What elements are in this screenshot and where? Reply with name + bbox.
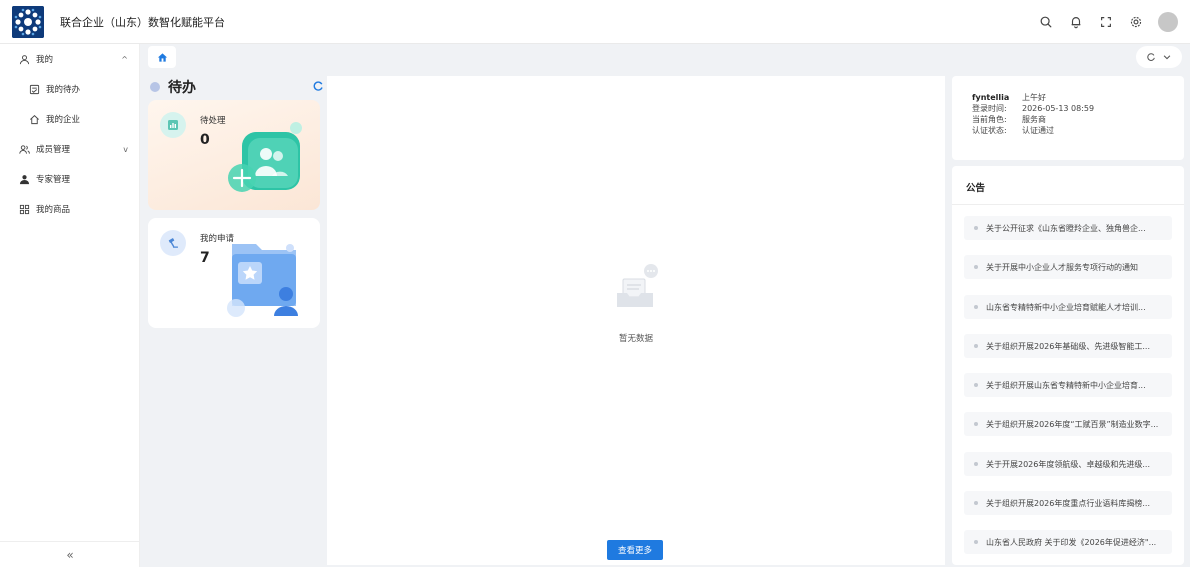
bullet-icon <box>974 344 978 348</box>
bullet-icon <box>974 265 978 269</box>
notice-item[interactable]: 山东省专精特新中小企业培育赋能人才培训... <box>964 295 1172 319</box>
empty-state-text: 暂无数据 <box>618 334 653 344</box>
grid-icon <box>18 203 30 215</box>
notice-item-text: 关于组织开展山东省专精特新中小企业培育... <box>986 380 1146 390</box>
card-count: 7 <box>200 250 210 266</box>
sidebar-collapse-button[interactable]: « <box>0 541 140 567</box>
platform-logo[interactable] <box>12 5 44 38</box>
notice-item-text: 关于组织开展2026年度“工赋百景”制造业数字... <box>986 419 1159 429</box>
home-icon <box>28 113 40 125</box>
user-info-card: fyntellia 上午好 登录时间: 2026-05-13 08:59 当前角… <box>952 76 1184 160</box>
sidebar-item-my-enterprise[interactable]: 我的企业 <box>0 104 140 134</box>
expert-icon <box>18 173 30 185</box>
search-icon[interactable] <box>1038 14 1054 30</box>
view-more-button[interactable]: 查看更多 <box>607 540 663 560</box>
user-icon <box>18 53 30 65</box>
home-icon <box>157 52 167 62</box>
chevron-down-icon: v <box>123 144 128 154</box>
notice-title: 公告 <box>966 183 986 194</box>
bullet-icon <box>974 226 978 230</box>
members-icon <box>18 143 30 155</box>
gear-icon[interactable] <box>1128 14 1144 30</box>
sidebar-item-goods[interactable]: 我的商品 <box>0 194 140 224</box>
header-actions <box>1038 0 1178 44</box>
fullscreen-icon[interactable] <box>1098 14 1114 30</box>
main-content-panel: 暂无数据 查看更多 <box>327 76 945 565</box>
notice-item[interactable]: 关于组织开展山东省专精特新中小企业培育... <box>964 373 1172 397</box>
sidebar-item-label: 我的企业 <box>46 115 81 125</box>
todo-icon <box>28 83 40 95</box>
auth-label: 认证状态: <box>972 126 1007 135</box>
sidebar-item-label: 我的待办 <box>46 85 81 95</box>
empty-inbox-icon <box>609 261 661 313</box>
sidebar-item-members[interactable]: 成员管理 v <box>0 134 140 164</box>
chevron-down-icon[interactable] <box>1162 52 1172 62</box>
notice-item[interactable]: 关于组织开展2026年度重点行业语料库揭榜... <box>964 491 1172 515</box>
divider <box>952 204 1184 205</box>
hammer-icon <box>160 230 186 256</box>
bullet-icon <box>974 422 978 426</box>
notice-item[interactable]: 关于组织开展2026年度“工赋百景”制造业数字... <box>964 412 1172 436</box>
notice-item[interactable]: 山东省人民政府 关于印发《2026年促进经济"... <box>964 530 1172 554</box>
sidebar-item-label: 成员管理 <box>36 145 71 155</box>
role-label: 当前角色: <box>972 115 1007 124</box>
sidebar-item-label: 我的商品 <box>36 205 71 215</box>
app-title: 联合企业（山东）数智化赋能平台 <box>60 15 225 29</box>
notice-item-text: 关于开展2026年度领航级、卓越级和先进级... <box>986 459 1150 469</box>
todo-card-applications[interactable]: 我的申请 7 <box>148 218 320 328</box>
notice-item[interactable]: 关于组织开展2026年基础级、先进级智能工... <box>964 334 1172 358</box>
tab-home[interactable] <box>148 46 176 68</box>
role-value: 服务商 <box>1022 115 1046 124</box>
bullet-icon <box>974 540 978 544</box>
notice-item[interactable]: 关于开展2026年度领航级、卓越级和先进级... <box>964 452 1172 476</box>
bullet-icon <box>974 383 978 387</box>
top-header: 联合企业（山东）数智化赋能平台 <box>0 0 1190 44</box>
login-time-label: 登录时间: <box>972 104 1007 113</box>
notice-item-text: 关于公开征求《山东省瞪羚企业、独角兽企... <box>986 223 1146 233</box>
todo-title: 待办 <box>168 80 196 96</box>
todo-dot-icon <box>150 82 160 92</box>
sidebar-item-mine[interactable]: 我的 ^ <box>0 44 140 74</box>
greeting: 上午好 <box>1022 93 1046 102</box>
refresh-icon[interactable] <box>1146 52 1156 62</box>
bell-icon[interactable] <box>1068 14 1084 30</box>
card-count: 0 <box>200 132 210 148</box>
notice-item[interactable]: 关于公开征求《山东省瞪羚企业、独角兽企... <box>964 216 1172 240</box>
sidebar-item-label: 专家管理 <box>36 175 71 185</box>
bullet-icon <box>974 462 978 466</box>
refresh-icon[interactable] <box>312 80 324 92</box>
sidebar-item-label: 我的 <box>36 55 54 65</box>
tab-actions[interactable] <box>1136 46 1182 68</box>
login-time: 2026-05-13 08:59 <box>1022 104 1095 113</box>
todo-header: 待办 <box>148 76 324 98</box>
sidebar-item-experts[interactable]: 专家管理 <box>0 164 140 194</box>
notice-item-text: 关于组织开展2026年基础级、先进级智能工... <box>986 341 1150 351</box>
todo-card-pending[interactable]: 待处理 0 <box>148 100 320 210</box>
chart-icon <box>160 112 186 138</box>
bullet-icon <box>974 501 978 505</box>
auth-value: 认证通过 <box>1022 126 1054 135</box>
notice-item-text: 山东省专精特新中小企业培育赋能人才培训... <box>986 302 1146 312</box>
sidebar: 我的 ^ 我的待办 我的企业 成员管理 v 专家管理 我的商品 « <box>0 44 140 567</box>
notice-item-text: 关于组织开展2026年度重点行业语料库揭榜... <box>986 498 1150 508</box>
notice-item-text: 山东省人民政府 关于印发《2026年促进经济"... <box>986 537 1157 547</box>
notice-panel: 公告 关于公开征求《山东省瞪羚企业、独角兽企... 关于开展中小企业人才服务专项… <box>952 166 1184 565</box>
chevron-up-icon: ^ <box>121 54 128 64</box>
notice-item[interactable]: 关于开展中小企业人才服务专项行动的通知 <box>964 255 1172 279</box>
user-name: fyntellia <box>972 93 1010 102</box>
avatar[interactable] <box>1158 12 1178 32</box>
bullet-icon <box>974 305 978 309</box>
sidebar-item-my-todo[interactable]: 我的待办 <box>0 74 140 104</box>
team-add-illustration-icon <box>220 118 310 208</box>
notice-item-text: 关于开展中小企业人才服务专项行动的通知 <box>986 262 1138 272</box>
folder-star-illustration-icon <box>220 236 310 326</box>
